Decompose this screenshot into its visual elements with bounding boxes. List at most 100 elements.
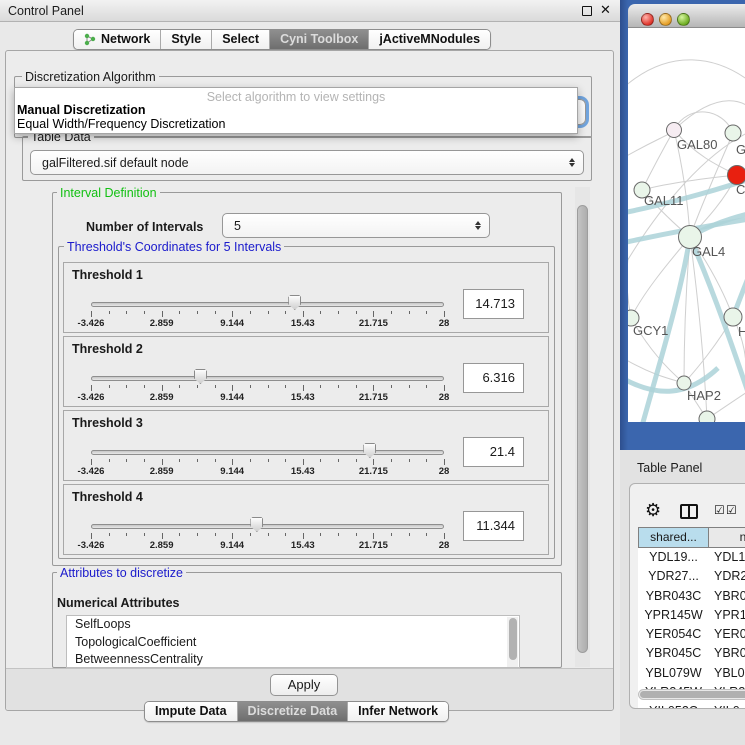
GAL80-node[interactable] bbox=[667, 123, 682, 138]
slider-tick bbox=[268, 311, 269, 314]
table-scrollbar-thumb[interactable] bbox=[640, 691, 745, 698]
cell-shared-name: YER054C bbox=[638, 625, 709, 644]
slider-tick bbox=[426, 459, 427, 462]
threshold-value-field[interactable]: 21.4 bbox=[463, 437, 524, 467]
slider-thumb[interactable] bbox=[250, 517, 263, 532]
gear-icon[interactable]: ⚙ bbox=[645, 501, 661, 519]
attribute-list-item[interactable]: SelfLoops bbox=[67, 616, 519, 634]
table-row[interactable]: YPR145WYPR1 bbox=[638, 606, 745, 625]
table-row[interactable]: YBR045CYBR0 bbox=[638, 644, 745, 663]
slider-tick bbox=[303, 385, 304, 391]
numerical-attributes-list[interactable]: SelfLoopsTopologicalCoefficientBetweenne… bbox=[66, 615, 520, 668]
slider-tick bbox=[426, 385, 427, 388]
float-window-icon[interactable] bbox=[582, 6, 592, 16]
column-header-name[interactable]: n bbox=[709, 527, 745, 548]
table-panel-title: Table Panel bbox=[637, 461, 702, 475]
close-icon[interactable]: ✕ bbox=[600, 2, 611, 18]
dropdown-item-manual-discretization[interactable]: Manual Discretization bbox=[17, 103, 146, 117]
node[interactable] bbox=[699, 411, 715, 422]
slider-tick bbox=[320, 385, 321, 388]
slider-tick bbox=[144, 385, 145, 388]
table-row[interactable]: YDR27...YDR2 bbox=[638, 567, 745, 586]
slider-tick bbox=[444, 533, 445, 539]
slider-tick bbox=[197, 385, 198, 388]
slider-track[interactable] bbox=[91, 376, 444, 381]
slider-thumb[interactable] bbox=[288, 295, 301, 310]
table-data-select[interactable]: galFiltered.sif default node bbox=[30, 150, 584, 175]
slider-track[interactable] bbox=[91, 450, 444, 455]
slider-tick bbox=[320, 459, 321, 462]
slider-track[interactable] bbox=[91, 302, 444, 307]
slider-thumb[interactable] bbox=[194, 369, 207, 384]
table-row[interactable]: YIL052CYIL0 bbox=[638, 702, 745, 709]
table-horizontal-scrollbar[interactable] bbox=[638, 689, 745, 700]
slider-track[interactable] bbox=[91, 524, 444, 529]
slider-tick bbox=[179, 311, 180, 314]
apply-button[interactable]: Apply bbox=[270, 674, 338, 696]
tab-label: Style bbox=[171, 32, 201, 46]
slider-tick-label: -3.426 bbox=[78, 392, 105, 403]
tab-jactivemnodules[interactable]: jActiveMNodules bbox=[369, 30, 490, 49]
threshold-value-field[interactable]: 11.344 bbox=[463, 511, 524, 541]
control-panel-header: Control Panel ✕ bbox=[0, 0, 620, 22]
slider-tick-label: 2.859 bbox=[150, 466, 174, 477]
node-label: GCY1 bbox=[633, 323, 668, 338]
slider-tick bbox=[91, 385, 92, 391]
table-row[interactable]: YER054CYER0 bbox=[638, 625, 745, 644]
tab-discretize-data[interactable]: Discretize Data bbox=[238, 702, 349, 721]
slider-tick-label: 2.859 bbox=[150, 392, 174, 403]
node[interactable] bbox=[725, 125, 741, 141]
slider-tick bbox=[444, 311, 445, 317]
dropdown-item-equal-width-frequency[interactable]: Equal Width/Frequency Discretization bbox=[17, 117, 225, 131]
table-row[interactable]: YDL19...YDL1 bbox=[638, 548, 745, 567]
threshold-value-field[interactable]: 6.316 bbox=[463, 363, 524, 393]
slider-tick bbox=[356, 459, 357, 462]
checkbox-icon[interactable]: ☑ bbox=[714, 503, 725, 517]
tab-network[interactable]: Network bbox=[74, 30, 161, 49]
slider-thumb[interactable] bbox=[363, 443, 376, 458]
attribute-list-item[interactable]: BetweennessCentrality bbox=[67, 651, 519, 668]
tab-impute-data[interactable]: Impute Data bbox=[145, 702, 238, 721]
table-row[interactable]: YBR043CYBR0 bbox=[638, 587, 745, 606]
list-scrollbar-thumb[interactable] bbox=[509, 618, 517, 660]
slider-tick bbox=[179, 459, 180, 462]
cell-name: YDL1 bbox=[709, 548, 745, 567]
table-row[interactable]: YBL079WYBL0 bbox=[638, 664, 745, 683]
tab-infer-network[interactable]: Infer Network bbox=[348, 702, 448, 721]
slider-tick bbox=[409, 385, 410, 388]
column-header-shared[interactable]: shared... bbox=[638, 527, 709, 548]
slider-tick-label: 2.859 bbox=[150, 540, 174, 551]
slider-tick bbox=[268, 533, 269, 536]
slider-tick bbox=[250, 311, 251, 314]
network-edge bbox=[628, 60, 745, 88]
number-of-intervals-select[interactable]: 5 bbox=[222, 213, 490, 238]
tab-label: jActiveMNodules bbox=[379, 32, 480, 46]
slider-tick bbox=[338, 533, 339, 536]
slider-tick-label: 28 bbox=[439, 466, 450, 477]
threshold-label: Threshold 2 bbox=[72, 342, 143, 356]
columns-icon[interactable] bbox=[680, 504, 698, 519]
network-window-titlebar[interactable] bbox=[628, 4, 745, 28]
list-scrollbar[interactable] bbox=[507, 617, 518, 668]
tab-cyni-toolbox[interactable]: Cyni Toolbox bbox=[270, 30, 369, 49]
cell-name: YDR2 bbox=[709, 567, 745, 586]
tab-style[interactable]: Style bbox=[161, 30, 212, 49]
network-edge bbox=[628, 258, 631, 318]
zoom-traffic-light-icon[interactable] bbox=[677, 13, 690, 26]
panel-scrollbar[interactable] bbox=[575, 187, 590, 667]
panel-scrollbar-thumb[interactable] bbox=[577, 205, 588, 653]
network-canvas[interactable]: GAL80GACGAL11GAL4GCY1HHAP2 bbox=[628, 28, 745, 422]
node-label: GAL4 bbox=[692, 244, 725, 259]
checkbox-icon[interactable]: ☑ bbox=[726, 503, 737, 517]
minimize-traffic-light-icon[interactable] bbox=[659, 13, 672, 26]
attribute-list-item[interactable]: TopologicalCoefficient bbox=[67, 634, 519, 652]
close-traffic-light-icon[interactable] bbox=[641, 13, 654, 26]
tab-select[interactable]: Select bbox=[212, 30, 270, 49]
node-label: H bbox=[738, 324, 745, 339]
thresholds-group-label: Threshold's Coordinates for 5 Intervals bbox=[64, 240, 284, 254]
slider-tick bbox=[303, 533, 304, 539]
slider-tick bbox=[197, 459, 198, 462]
interval-definition-label: Interval Definition bbox=[57, 186, 160, 200]
slider-tick bbox=[197, 311, 198, 314]
threshold-value-field[interactable]: 14.713 bbox=[463, 289, 524, 319]
